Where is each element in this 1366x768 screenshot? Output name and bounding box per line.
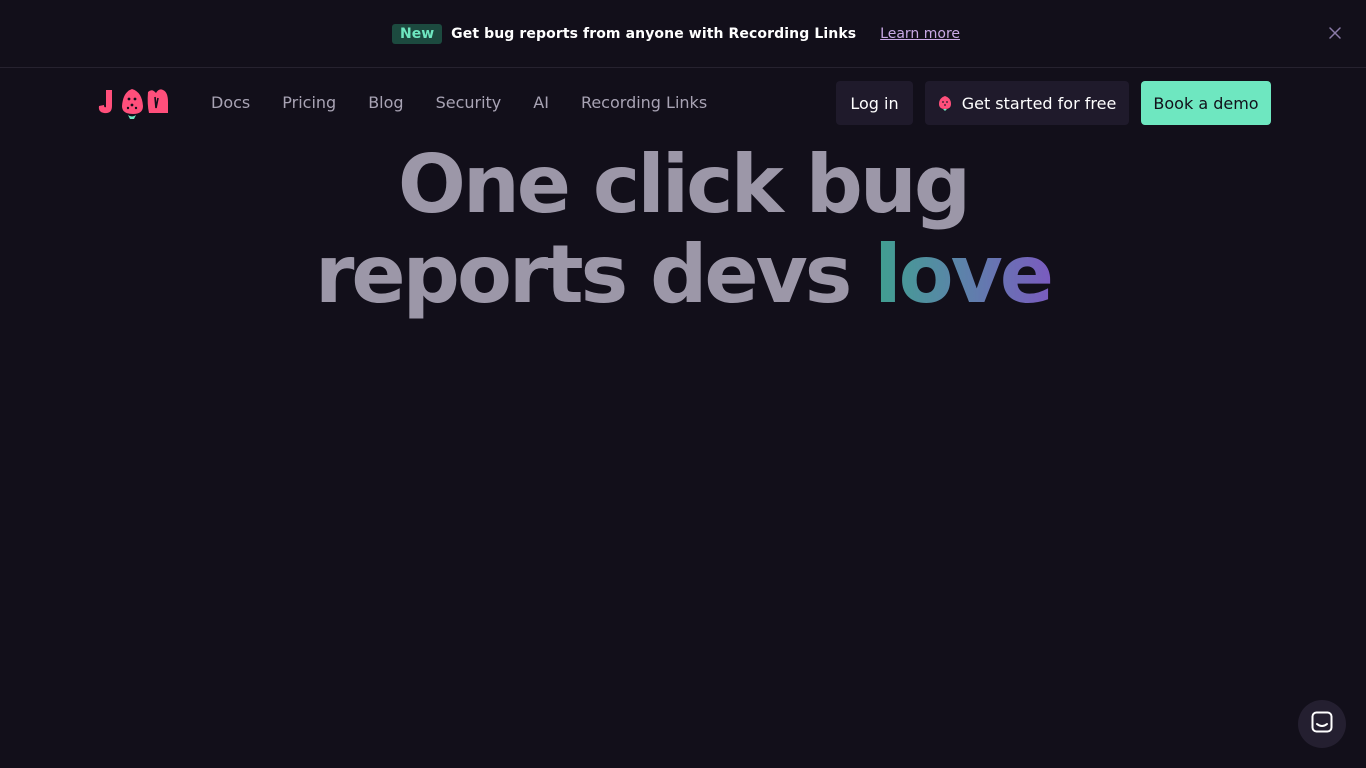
learn-more-link[interactable]: Learn more bbox=[880, 26, 960, 42]
strawberry-icon bbox=[938, 95, 952, 111]
login-button[interactable]: Log in bbox=[836, 81, 913, 125]
nav-blog[interactable]: Blog bbox=[368, 91, 403, 115]
new-badge: New bbox=[391, 23, 443, 44]
announcement-text: Get bug reports from anyone with Recordi… bbox=[451, 25, 857, 42]
hero-headline: One click bug reports devs love bbox=[0, 140, 1366, 320]
chat-icon bbox=[1311, 711, 1333, 737]
book-demo-button[interactable]: Book a demo bbox=[1141, 81, 1271, 125]
book-demo-label: Book a demo bbox=[1153, 93, 1259, 113]
announcement-content: New Get bug reports from anyone with Rec… bbox=[391, 23, 960, 44]
get-started-button[interactable]: Get started for free bbox=[925, 81, 1129, 125]
nav-docs[interactable]: Docs bbox=[211, 91, 250, 115]
hero-line-1: One click bug bbox=[397, 138, 971, 231]
main-nav: Docs Pricing Blog Security AI Recording … bbox=[0, 69, 1366, 137]
hero-line-2: reports devs love bbox=[0, 230, 1366, 320]
hero-line-2-text: reports devs bbox=[314, 228, 875, 321]
nav-links: Docs Pricing Blog Security AI Recording … bbox=[211, 91, 739, 115]
nav-security[interactable]: Security bbox=[436, 91, 502, 115]
announcement-banner: New Get bug reports from anyone with Rec… bbox=[0, 0, 1366, 68]
nav-recording-links[interactable]: Recording Links bbox=[581, 91, 707, 115]
hero-highlight-word: love bbox=[874, 228, 1054, 321]
jam-logo-icon[interactable] bbox=[96, 84, 176, 120]
login-label: Log in bbox=[850, 93, 899, 113]
chat-widget-button[interactable] bbox=[1298, 700, 1346, 748]
nav-pricing[interactable]: Pricing bbox=[282, 91, 336, 115]
nav-ai[interactable]: AI bbox=[533, 91, 549, 115]
get-started-label: Get started for free bbox=[961, 93, 1117, 113]
close-icon[interactable] bbox=[1328, 25, 1342, 39]
